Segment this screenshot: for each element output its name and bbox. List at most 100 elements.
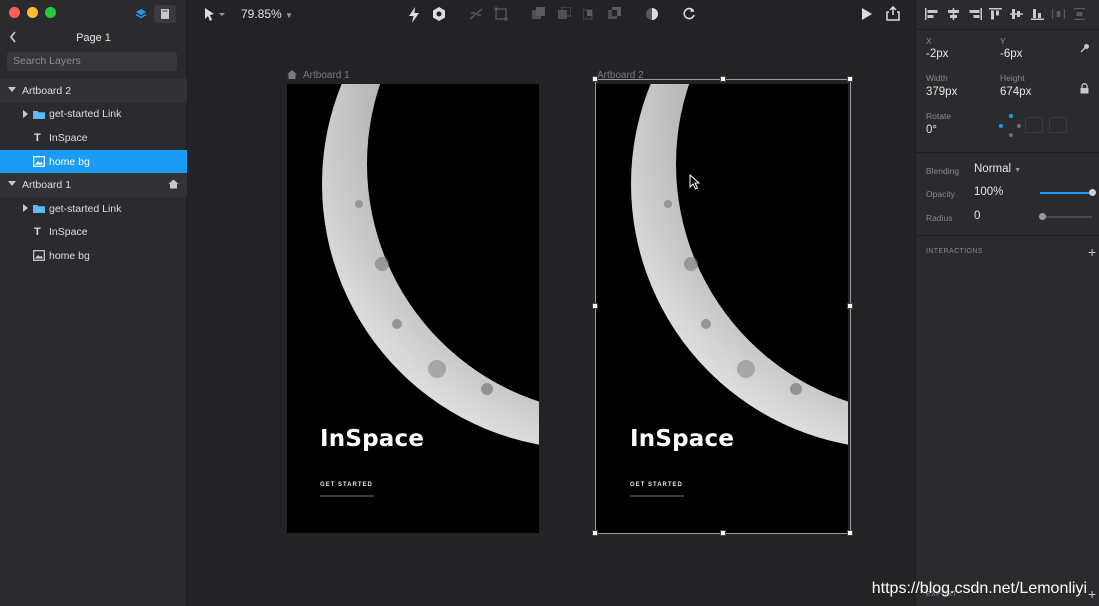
lightning-icon[interactable]	[408, 7, 420, 23]
align-center-h-icon[interactable]	[945, 7, 962, 21]
image-icon	[33, 250, 45, 262]
layer-label: get-started Link	[49, 202, 122, 215]
play-icon[interactable]	[861, 7, 873, 21]
layer-artboard-2[interactable]: Artboard 2	[0, 79, 187, 103]
origin-dot-active[interactable]	[999, 124, 1003, 128]
zoom-level[interactable]: 79.85% ▼	[241, 7, 293, 21]
layer-label: InSpace	[49, 131, 88, 144]
height-input[interactable]: 674px	[1000, 86, 1031, 98]
caret-right-icon[interactable]	[23, 203, 28, 212]
resize-handle-t[interactable]	[720, 76, 726, 82]
align-bottom-icon[interactable]	[1029, 7, 1046, 21]
select-tool-icon[interactable]	[204, 8, 226, 22]
align-top-icon[interactable]	[987, 7, 1004, 21]
layer-label: home bg	[49, 249, 90, 262]
flip-horizontal-button[interactable]	[1025, 117, 1043, 133]
caret-down-icon[interactable]	[8, 87, 16, 92]
component-icon[interactable]	[432, 7, 446, 21]
radius-label: Radius	[926, 213, 953, 223]
search-layers-input[interactable]: Search Layers	[7, 52, 177, 71]
layer-artboard-1[interactable]: Artboard 1	[0, 173, 187, 197]
rotate-label: Rotate	[926, 111, 952, 121]
window-controls	[9, 7, 56, 18]
flip-vertical-button[interactable]	[1049, 117, 1067, 133]
layer-home-bg-selected[interactable]: home bg	[0, 149, 187, 174]
layer-home-bg[interactable]: home bg	[0, 244, 187, 268]
pin-icon[interactable]	[1080, 43, 1090, 53]
add-interaction-button[interactable]: +	[1088, 244, 1096, 260]
layer-list: Artboard 2 get-started Link T InSpace ho…	[0, 79, 187, 268]
layers-tab[interactable]	[130, 5, 152, 23]
moon-image	[322, 84, 539, 445]
cursor-icon	[689, 174, 701, 190]
layer-get-started-link[interactable]: get-started Link	[0, 197, 187, 221]
resize-handle-br[interactable]	[847, 530, 853, 536]
inspace-title: InSpace	[320, 426, 425, 452]
resize-handle-tl[interactable]	[592, 76, 598, 82]
layer-label: home bg	[49, 155, 90, 168]
image-icon	[33, 155, 45, 167]
caret-right-icon[interactable]	[23, 109, 28, 118]
resize-handle-bl[interactable]	[592, 530, 598, 536]
assets-tab[interactable]	[154, 5, 176, 23]
distribute-h-icon[interactable]	[1050, 7, 1067, 21]
origin-dot[interactable]	[1017, 124, 1021, 128]
divider	[916, 29, 1099, 30]
layer-inspace-text[interactable]: T InSpace	[0, 126, 187, 150]
blending-select[interactable]: Normal ▼	[974, 163, 1021, 175]
text-icon: T	[34, 226, 41, 239]
boolean-intersect-icon[interactable]	[583, 7, 596, 20]
layer-get-started-link[interactable]: get-started Link	[0, 103, 187, 127]
refresh-icon[interactable]	[682, 7, 696, 21]
mask-icon[interactable]	[645, 7, 659, 21]
folder-icon	[33, 204, 45, 213]
minimize-window-button[interactable]	[27, 7, 38, 18]
layer-label: InSpace	[49, 226, 88, 239]
boolean-difference-icon[interactable]	[608, 7, 621, 20]
radius-input[interactable]: 0	[974, 210, 980, 222]
link-icon[interactable]	[468, 7, 484, 21]
home-icon	[287, 70, 297, 79]
y-input[interactable]: -6px	[1000, 48, 1022, 60]
watermark: https://blog.csdn.net/Lemonliyi	[871, 580, 1087, 597]
layers-icon	[135, 9, 147, 19]
artboard-1[interactable]: InSpace GET STARTED	[287, 84, 539, 533]
folder-icon	[33, 110, 45, 119]
divider	[916, 152, 1099, 153]
caret-down-icon[interactable]	[8, 181, 16, 187]
boolean-subtract-icon[interactable]	[558, 7, 571, 20]
layer-inspace-text[interactable]: T InSpace	[0, 221, 187, 245]
get-started-link[interactable]: GET STARTED	[320, 482, 373, 488]
align-middle-v-icon[interactable]	[1008, 7, 1025, 21]
origin-dot[interactable]	[1009, 133, 1013, 137]
properties-panel: X -2px Y -6px Width 379px Height 674px R…	[915, 0, 1099, 606]
opacity-slider-knob[interactable]	[1088, 189, 1096, 196]
x-input[interactable]: -2px	[926, 48, 948, 60]
radius-slider-knob[interactable]	[1039, 213, 1046, 220]
document-icon	[161, 9, 169, 19]
artboard-1-label[interactable]: Artboard 1	[303, 70, 350, 81]
interactions-heading: INTERACTIONS	[926, 248, 983, 255]
close-window-button[interactable]	[9, 7, 20, 18]
canvas[interactable]: Artboard 1 InSpace GET STARTED Artboard …	[188, 30, 915, 606]
add-export-button[interactable]: +	[1088, 586, 1096, 602]
zoom-window-button[interactable]	[45, 7, 56, 18]
resize-handle-r[interactable]	[847, 303, 853, 309]
selection-bounds	[595, 79, 851, 534]
resize-handle-b[interactable]	[720, 530, 726, 536]
distribute-v-icon[interactable]	[1071, 7, 1088, 21]
radius-slider[interactable]	[1040, 216, 1092, 218]
align-left-icon[interactable]	[924, 7, 941, 21]
resize-handle-l[interactable]	[592, 303, 598, 309]
origin-dot-active[interactable]	[1009, 114, 1013, 118]
layer-label: Artboard 2	[22, 84, 72, 97]
lock-icon[interactable]	[1080, 83, 1089, 94]
align-right-icon[interactable]	[966, 7, 983, 21]
opacity-input[interactable]: 100%	[974, 186, 1003, 198]
transform-icon[interactable]	[494, 7, 508, 21]
width-input[interactable]: 379px	[926, 86, 957, 98]
resize-handle-tr[interactable]	[847, 76, 853, 82]
share-icon[interactable]	[886, 6, 900, 21]
boolean-union-icon[interactable]	[532, 7, 545, 20]
rotate-input[interactable]: 0°	[926, 124, 937, 136]
